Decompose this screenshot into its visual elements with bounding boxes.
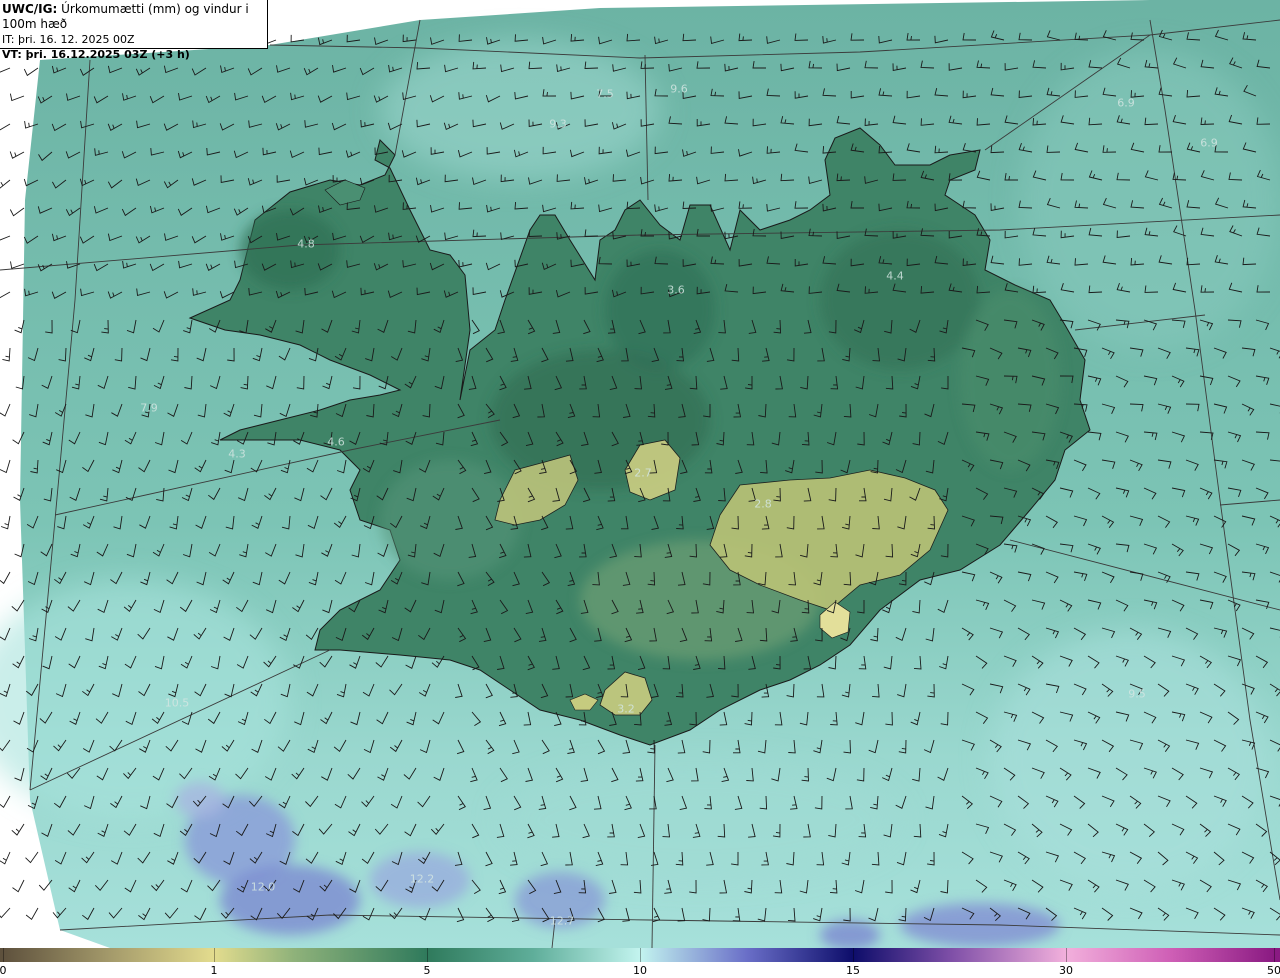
model-name: UWC/IG:	[2, 2, 58, 16]
wind-barb	[0, 179, 11, 189]
colorbar-tick-mark	[214, 948, 215, 962]
colorbar-tick-mark	[1274, 948, 1275, 962]
precip-value-label: 2.8	[754, 497, 772, 511]
wind-barb	[23, 67, 39, 77]
wind-barb	[0, 515, 11, 530]
wind-barb	[9, 207, 25, 217]
precip-value-label: 4.3	[228, 447, 246, 461]
colorbar: 0 1 5 10 15 30 50	[0, 948, 1280, 978]
wind-barb	[11, 599, 25, 612]
precip-value-label: 7.9	[140, 401, 158, 415]
title-box: UWC/IG: Úrkomumætti (mm) og vindur i 100…	[0, 0, 268, 61]
colorbar-tick-mark	[853, 948, 854, 962]
colorbar-tick-label: 15	[846, 964, 860, 977]
map-area: 4.8 3.6 4.4 7.5 9.6 9.3 6.9 6.9 7.9 4.3 4.6 2.7 2.8 3…	[0, 0, 1280, 948]
precip-value-label: 4.4	[886, 269, 904, 283]
precip-value-label: 2.7	[634, 466, 652, 480]
precip-value-label: 4.8	[297, 237, 315, 251]
precip-value-label: 12.2	[409, 872, 435, 886]
precip-value-label: 9.3	[549, 117, 567, 131]
wind-barb	[25, 907, 39, 920]
precip-value-label: 7.5	[596, 87, 614, 101]
colorbar-tick-label: 1	[210, 964, 218, 977]
colorbar-tick-label: 5	[423, 964, 431, 977]
colorbar-tick-label: 10	[633, 964, 647, 977]
precip-value-label: 6.9	[1117, 96, 1135, 110]
title-line: UWC/IG: Úrkomumætti (mm) og vindur i 100…	[2, 2, 267, 32]
colorbar-tick-label: 30	[1059, 964, 1073, 977]
colorbar-tick-mark	[1066, 948, 1067, 962]
precip-value-label: 6.9	[1200, 136, 1218, 150]
wind-barb	[0, 571, 11, 585]
wind-barb	[0, 67, 11, 73]
precip-value-label: 12.7	[549, 914, 575, 928]
colorbar-tick-mark	[427, 948, 428, 962]
wind-barb	[9, 151, 25, 159]
precip-value-label: 3.6	[667, 283, 685, 297]
wind-barb	[0, 123, 11, 131]
colorbar-tick-label: 0	[0, 964, 7, 977]
colorbar-tick-mark	[3, 948, 4, 962]
wind-barb	[11, 823, 25, 836]
wind-barb	[25, 851, 39, 864]
precip-value-label: 4.6	[327, 435, 345, 449]
wind-barb	[0, 235, 11, 241]
colorbar-tick-mark	[640, 948, 641, 962]
precip-value-label: 9.6	[670, 82, 688, 96]
wind-barb	[0, 291, 11, 299]
wind-barb	[10, 261, 25, 269]
precip-value-label: 12.0	[250, 880, 276, 894]
precip-value-label: 9.5	[1128, 687, 1146, 701]
wind-barb	[0, 795, 11, 808]
wind-barb	[0, 851, 11, 865]
wind-barb	[2, 347, 11, 362]
wind-barb	[9, 93, 25, 102]
colorbar-tick-label: 50	[1267, 964, 1280, 977]
wind-barb	[0, 459, 11, 474]
wind-barb	[0, 907, 11, 919]
wind-barb	[0, 403, 11, 417]
init-time: IT: þri. 16. 12. 2025 00Z	[2, 33, 135, 46]
precip-value-label: 3.2	[617, 702, 635, 716]
valid-time: VT: þri. 16.12.2025 03Z (+3 h)	[2, 48, 190, 61]
wind-barb	[12, 879, 25, 893]
wind-barb	[14, 319, 25, 334]
precip-value-label: 10.5	[164, 696, 190, 710]
